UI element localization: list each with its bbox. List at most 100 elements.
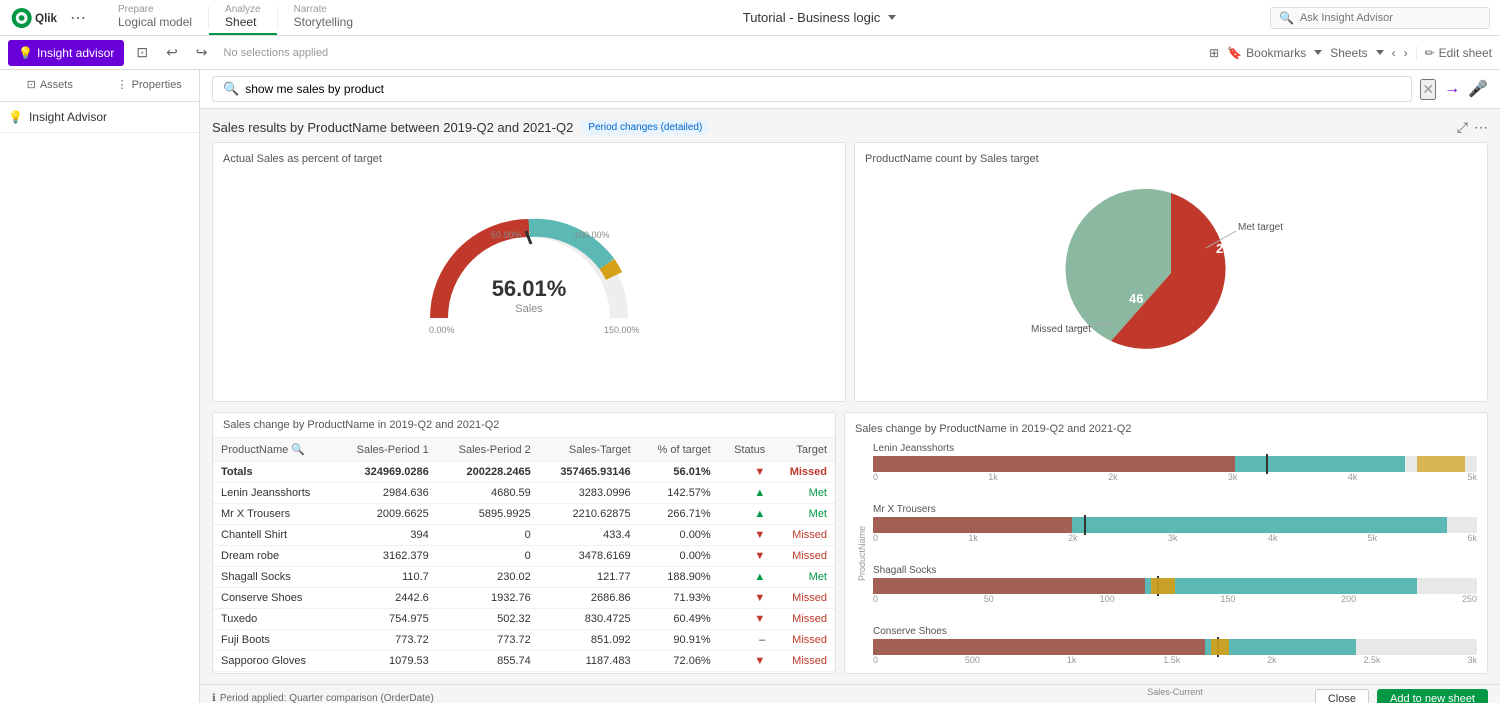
bar-item-0: Lenin Jeansshorts 01k2k3k4k5k [873, 443, 1477, 486]
grid-view-button[interactable]: ⊞ [1209, 46, 1219, 60]
pie-card: ProductName count by Sales target 46 29 [854, 142, 1488, 402]
expand-result-button[interactable]: ⤢ [1457, 119, 1468, 136]
table-row[interactable]: Sapporoo Gloves 1079.53 855.74 1187.483 … [213, 651, 835, 672]
search-icon: 🔍 [1279, 11, 1294, 25]
table-row[interactable]: Tuxedo 754.975 502.32 830.4725 60.49% ▼ … [213, 609, 835, 630]
bar-track-1 [873, 517, 1477, 533]
app-menu-button[interactable]: ⋯ [70, 8, 86, 28]
table-row[interactable]: Mr X Trousers 2009.6625 5895.9925 2210.6… [213, 504, 835, 525]
gauge-card: Actual Sales as percent of target [212, 142, 846, 402]
ia-search-bar: 🔍 ✕ → 🎤 [200, 70, 1500, 109]
footer-actions: Close Add to new sheet [1315, 689, 1488, 703]
nav-analyze[interactable]: Analyze Sheet [209, 0, 277, 35]
col-product-name: ProductName 🔍 [213, 438, 335, 462]
ia-send-button[interactable]: → [1444, 80, 1460, 98]
bar-red-0 [873, 456, 1235, 472]
ia-clear-button[interactable]: ✕ [1420, 79, 1436, 100]
table-row[interactable]: Fuji Boots 773.72 773.72 851.092 90.91% … [213, 630, 835, 651]
bar-axis-0: 01k2k3k4k5k [873, 472, 1477, 482]
totals-target: 357465.93146 [539, 462, 639, 483]
toolbar: 💡 Insight advisor ⊡ ↩ ↪ No selections ap… [0, 36, 1500, 70]
ia-search-input[interactable] [245, 82, 1401, 96]
nav-prepare[interactable]: Prepare Logical model [102, 0, 208, 35]
svg-text:50.00%: 50.00% [491, 230, 522, 240]
result-more-button[interactable]: ⋯ [1474, 119, 1488, 136]
insight-advisor-icon: 💡 [18, 46, 33, 60]
no-selection-label: No selections applied [224, 47, 329, 59]
sheets-dropdown-icon [1376, 50, 1384, 55]
gauge-svg: 56.01% Sales 0.00% 50.00% 100.00% 150.00… [419, 208, 639, 338]
table-header-row: Sales change by ProductName in 2019-Q2 a… [213, 413, 835, 438]
bar-chart-title: Sales change by ProductName in 2019-Q2 a… [855, 423, 1477, 435]
add-to-new-sheet-button[interactable]: Add to new sheet [1377, 689, 1488, 703]
footer-info: ℹ Period applied: Quarter comparison (Or… [212, 693, 434, 703]
bar-marker-0 [1266, 454, 1268, 474]
gauge-container: 56.01% Sales 0.00% 50.00% 100.00% 150.00… [223, 173, 835, 373]
svg-text:29: 29 [1216, 241, 1230, 256]
bar-gold-0 [1417, 456, 1465, 472]
table-row[interactable]: Chantell Shirt 394 0 433.4 0.00% ▼ Misse… [213, 525, 835, 546]
bar-axis-3: 05001k1.5k2k2.5k3k [873, 655, 1477, 665]
svg-text:Sales: Sales [515, 303, 543, 315]
table-row[interactable]: Lenin Jeansshorts 2984.636 4680.59 3283.… [213, 483, 835, 504]
sidebar-tab-assets[interactable]: ⊡ Assets [0, 70, 100, 101]
svg-text:56.01%: 56.01% [492, 276, 567, 301]
bar-chart-bars: Lenin Jeansshorts 01k2k3k4k5k [869, 443, 1477, 663]
nav-narrate[interactable]: Narrate Storytelling [278, 0, 369, 35]
app-title-area: Tutorial - Business logic [369, 10, 1270, 25]
close-button[interactable]: Close [1315, 689, 1369, 703]
table-card: Sales change by ProductName in 2019-Q2 a… [212, 412, 836, 674]
bar-red-2 [873, 578, 1145, 594]
bar-label-1: Mr X Trousers [873, 504, 1477, 515]
bar-item-3: Conserve Shoes 05001k1.5k2k2.5k3k [873, 626, 1477, 669]
product-search-icon[interactable]: 🔍 [291, 444, 305, 456]
bar-label-2: Shagall Socks [873, 565, 1477, 576]
ia-search-wrap[interactable]: 🔍 [212, 76, 1412, 102]
bar-red-1 [873, 517, 1072, 533]
bookmarks-button[interactable]: 🔖 Bookmarks [1227, 46, 1322, 60]
ia-main-content: 🔍 ✕ → 🎤 Sales results by ProductName bet… [200, 70, 1500, 703]
data-table: ProductName 🔍 Sales-Period 1 Sales-Perio… [213, 438, 835, 672]
forward-button[interactable]: ↪ [190, 41, 214, 64]
bar-chart-card: Sales change by ProductName in 2019-Q2 a… [844, 412, 1488, 674]
back-button[interactable]: ↩ [160, 41, 184, 64]
bar-chart-content: ProductName Lenin Jeansshorts [855, 443, 1477, 663]
assets-icon: ⊡ [27, 78, 36, 91]
bookmarks-dropdown-icon [1314, 50, 1322, 55]
table-row[interactable]: Dream robe 3162.379 0 3478.6169 0.00% ▼ … [213, 546, 835, 567]
bar-item-2: Shagall Socks 050100150200250 [873, 565, 1477, 608]
sidebar-tab-properties[interactable]: ⋮ Properties [100, 70, 200, 101]
ask-insight-advisor-search[interactable]: 🔍 [1270, 7, 1490, 29]
y-axis-label: ProductName [855, 443, 869, 663]
bar-label-3: Conserve Shoes [873, 626, 1477, 637]
top-bar: Qlik ⋯ Prepare Logical model Analyze She… [0, 0, 1500, 36]
ia-mic-button[interactable]: 🎤 [1468, 79, 1488, 99]
totals-p1: 324969.0286 [335, 462, 437, 483]
info-icon: ℹ [212, 693, 216, 703]
ia-sidebar-icon: 💡 [8, 110, 23, 124]
ask-insight-input[interactable] [1300, 12, 1481, 24]
insight-advisor-button[interactable]: 💡 Insight advisor [8, 40, 124, 66]
nav-next-button[interactable]: › [1404, 46, 1408, 60]
sheets-button[interactable]: Sheets [1330, 46, 1383, 60]
svg-text:0.00%: 0.00% [429, 325, 455, 335]
table-row[interactable]: Conserve Shoes 2442.6 1932.76 2686.86 71… [213, 588, 835, 609]
totals-arrow: ▼ [719, 462, 774, 483]
result-title: Sales results by ProductName between 201… [212, 120, 573, 135]
pie-container: 46 29 Met target Missed target [865, 173, 1477, 373]
bar-axis-1: 01k2k3k4k5k6k [873, 533, 1477, 543]
app-title[interactable]: Tutorial - Business logic [743, 10, 897, 25]
table-row[interactable]: Shagall Socks 110.7 230.02 121.77 188.90… [213, 567, 835, 588]
selections-tool-button[interactable]: ⊡ [130, 41, 154, 64]
app-title-dropdown-icon [888, 15, 896, 20]
nav-prev-button[interactable]: ‹ [1392, 46, 1396, 60]
totals-name: Totals [213, 462, 335, 483]
bar-label-0: Lenin Jeansshorts [873, 443, 1477, 454]
toolbar-right: ⊞ 🔖 Bookmarks Sheets ‹ › ✏ Edit sheet [1209, 46, 1492, 60]
qlik-logo: Qlik [10, 6, 60, 30]
bar-gold-3 [1211, 639, 1229, 655]
edit-sheet-button[interactable]: ✏ Edit sheet [1416, 46, 1492, 60]
bar-track-3 [873, 639, 1477, 655]
bookmark-icon: 🔖 [1227, 46, 1242, 60]
footer-info-text: Period applied: Quarter comparison (Orde… [220, 693, 434, 703]
